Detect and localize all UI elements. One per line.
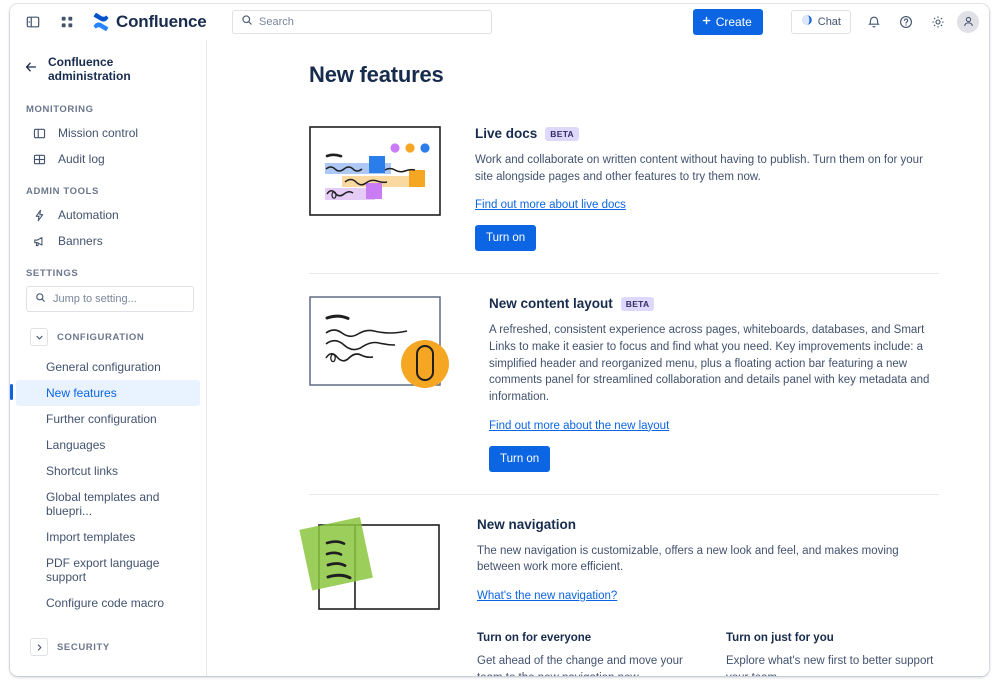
- chat-icon: [801, 14, 813, 29]
- navigation-options: Turn on for everyone Get ahead of the ch…: [477, 632, 939, 676]
- sidebar-item-new-features[interactable]: New features: [16, 380, 200, 406]
- live-docs-illustration: [309, 126, 441, 251]
- app-body: Confluence administration MONITORING Mis…: [10, 40, 989, 676]
- column-title: Turn on just for you: [726, 632, 939, 644]
- main-content: New features: [207, 40, 989, 676]
- jump-to-setting-input[interactable]: [53, 293, 195, 305]
- sidebar-item-label: Mission control: [58, 126, 138, 140]
- grid-table-icon: [32, 153, 47, 166]
- avatar[interactable]: [957, 11, 979, 33]
- feature-title-row: New content layout BETA: [489, 296, 939, 311]
- feature-title: New navigation: [477, 517, 576, 532]
- sidebar-item-automation[interactable]: Automation: [16, 202, 200, 228]
- feature-title: New content layout: [489, 296, 613, 311]
- search-box[interactable]: [232, 10, 492, 34]
- feature-link[interactable]: Find out more about live docs: [475, 199, 626, 211]
- status-badge: BETA: [545, 127, 579, 141]
- new-layout-illustration: [309, 296, 455, 471]
- sidebar-section-heading-settings: SETTINGS: [10, 254, 206, 284]
- arrow-left-icon: [24, 60, 38, 79]
- sidebar-item-global-templates[interactable]: Global templates and bluepri...: [16, 484, 200, 524]
- chevron-down-icon: [30, 328, 48, 346]
- sidebar-section-heading-admin-tools: ADMIN TOOLS: [10, 172, 206, 202]
- feature-title-row: New navigation: [477, 517, 939, 532]
- sidebar-item-general-configuration[interactable]: General configuration: [16, 354, 200, 380]
- chat-button[interactable]: Chat: [791, 10, 851, 34]
- chevron-right-icon: [30, 638, 48, 656]
- app-switcher-grid-icon[interactable]: [54, 9, 80, 35]
- feature-link[interactable]: What's the new navigation?: [477, 590, 617, 602]
- app-window: Confluence Create: [10, 4, 989, 676]
- topnav-left-group: Confluence: [20, 9, 207, 35]
- turn-on-for-everyone-column: Turn on for everyone Get ahead of the ch…: [477, 632, 690, 676]
- sidebar-group-look-and-feel[interactable]: LOOK AND FEEL: [16, 673, 200, 676]
- top-navigation-bar: Confluence Create: [10, 4, 989, 40]
- sidebar-item-import-templates[interactable]: Import templates: [16, 524, 200, 550]
- back-to-confluence-administration[interactable]: Confluence administration: [10, 48, 206, 90]
- feature-title-row: Live docs BETA: [475, 126, 939, 141]
- sidebar-toggle-icon[interactable]: [20, 9, 46, 35]
- jump-to-setting-wrapper: [10, 284, 206, 316]
- brand-name: Confluence: [116, 12, 207, 32]
- sidebar-item-label: Banners: [58, 234, 103, 248]
- column-description: Explore what's new first to better suppo…: [726, 653, 939, 676]
- global-search[interactable]: [232, 10, 492, 34]
- sidebar-group-security[interactable]: SECURITY: [16, 630, 200, 664]
- search-icon: [241, 13, 253, 31]
- admin-sidebar: Confluence administration MONITORING Mis…: [10, 40, 207, 676]
- column-description: Get ahead of the change and move your te…: [477, 653, 690, 676]
- feature-new-content-layout: New content layout BETA A refreshed, con…: [309, 273, 939, 493]
- feature-description: A refreshed, consistent experience acros…: [489, 322, 939, 405]
- sidebar-item-label: Audit log: [58, 152, 105, 166]
- plus-icon: [701, 15, 712, 29]
- create-button-label: Create: [716, 15, 752, 29]
- confluence-logo[interactable]: Confluence: [92, 12, 207, 32]
- sidebar-item-banners[interactable]: Banners: [16, 228, 200, 254]
- feature-text: Live docs BETA Work and collaborate on w…: [475, 126, 939, 251]
- chat-button-label: Chat: [818, 16, 841, 28]
- sidebar-item-audit-log[interactable]: Audit log: [16, 146, 200, 172]
- sidebar-group-label: SECURITY: [57, 642, 110, 653]
- column-title: Turn on for everyone: [477, 632, 690, 644]
- feature-description: The new navigation is customizable, offe…: [477, 543, 939, 576]
- sidebar-item-configure-code-macro[interactable]: Configure code macro: [16, 590, 200, 616]
- turn-on-just-for-you-column: Turn on just for you Explore what's new …: [726, 632, 939, 676]
- new-navigation-illustration: [309, 517, 443, 676]
- feature-description: Work and collaborate on written content …: [475, 152, 939, 185]
- feature-text: New content layout BETA A refreshed, con…: [489, 296, 939, 471]
- sidebar-group-label: CONFIGURATION: [57, 332, 144, 343]
- turn-on-button[interactable]: Turn on: [489, 446, 550, 472]
- turn-on-button[interactable]: Turn on: [475, 225, 536, 251]
- megaphone-icon: [32, 235, 47, 248]
- create-button[interactable]: Create: [693, 9, 763, 35]
- gear-icon[interactable]: [925, 9, 951, 35]
- feature-text: New navigation The new navigation is cus…: [477, 517, 939, 676]
- sidebar-section-heading-monitoring: MONITORING: [10, 90, 206, 120]
- back-label: Confluence administration: [48, 55, 194, 83]
- lightning-bolt-icon: [32, 209, 47, 222]
- sidebar-item-languages[interactable]: Languages: [16, 432, 200, 458]
- jump-to-setting-box[interactable]: [26, 286, 194, 312]
- search-icon: [35, 290, 46, 308]
- feature-new-navigation: New navigation The new navigation is cus…: [309, 494, 939, 676]
- page-title: New features: [309, 62, 939, 88]
- sidebar-item-shortcut-links[interactable]: Shortcut links: [16, 458, 200, 484]
- feature-live-docs: Live docs BETA Work and collaborate on w…: [309, 114, 939, 273]
- panel-layout-icon: [32, 127, 47, 140]
- sidebar-item-label: Automation: [58, 208, 119, 222]
- sidebar-group-configuration[interactable]: CONFIGURATION: [16, 320, 200, 354]
- bell-icon[interactable]: [861, 9, 887, 35]
- feature-title: Live docs: [475, 126, 537, 141]
- feature-link[interactable]: Find out more about the new layout: [489, 420, 669, 432]
- confluence-mark-icon: [92, 13, 110, 31]
- sidebar-item-mission-control[interactable]: Mission control: [16, 120, 200, 146]
- topnav-right-group: Create Chat: [693, 9, 979, 35]
- question-circle-icon[interactable]: [893, 9, 919, 35]
- sidebar-item-further-configuration[interactable]: Further configuration: [16, 406, 200, 432]
- sidebar-item-pdf-export-language-support[interactable]: PDF export language support: [16, 550, 200, 590]
- search-input[interactable]: [259, 16, 483, 28]
- status-badge: BETA: [621, 297, 655, 311]
